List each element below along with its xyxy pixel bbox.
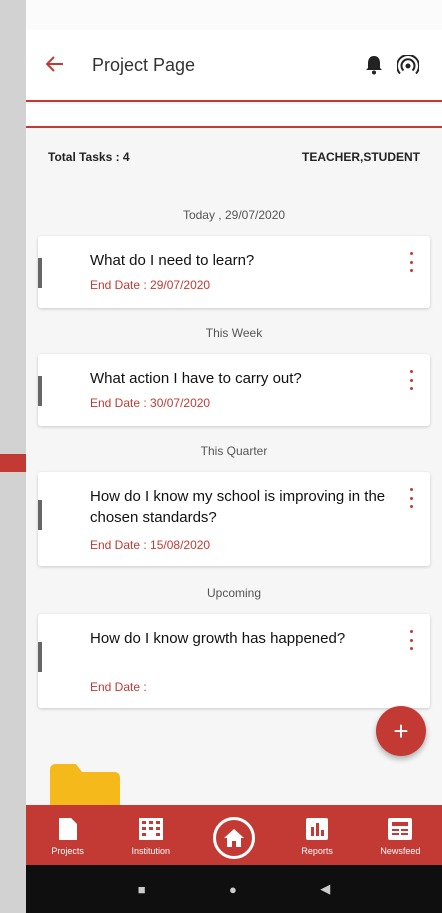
task-summary: Total Tasks : 4 TEACHER,STUDENT xyxy=(48,150,420,164)
phone-screen: Project Page Total Tasks : 4 TEACHER,STU… xyxy=(26,0,442,913)
section-label-today: Today , 29/07/2020 xyxy=(182,208,286,222)
recents-icon[interactable]: ■ xyxy=(138,882,146,897)
total-tasks: Total Tasks : 4 xyxy=(48,150,130,164)
task-title: What action I have to carry out? xyxy=(90,370,302,387)
nav-home[interactable] xyxy=(199,811,269,859)
task-card[interactable]: How do I know my school is improving in … xyxy=(38,472,430,566)
nav-projects[interactable]: Projects xyxy=(33,815,103,856)
task-card[interactable]: What do I need to learn? End Date : 29/0… xyxy=(38,236,430,308)
arrow-left-icon[interactable] xyxy=(45,52,76,78)
more-vert-icon[interactable] xyxy=(408,488,414,508)
more-vert-icon[interactable] xyxy=(408,630,414,650)
card-indicator xyxy=(38,258,42,288)
bottom-nav: Projects Institution Reports Newsfeed xyxy=(26,805,442,865)
back-icon[interactable]: ◀ xyxy=(320,881,330,897)
nav-label: Newsfeed xyxy=(380,845,421,856)
bar-chart-icon xyxy=(306,815,329,843)
header-divider xyxy=(26,104,442,128)
task-end-date: End Date : 30/07/2020 xyxy=(90,396,211,410)
task-title: How do I know my school is improving in … xyxy=(90,488,386,526)
nav-label: Institution xyxy=(131,845,171,856)
home-icon xyxy=(212,817,255,859)
card-indicator xyxy=(38,500,42,530)
nav-reports[interactable]: Reports xyxy=(282,815,352,856)
building-icon xyxy=(138,815,163,843)
more-vert-icon[interactable] xyxy=(408,252,414,272)
nav-label: Reports xyxy=(301,845,333,856)
task-title: How do I know growth has happened? xyxy=(90,630,346,647)
roles-label: TEACHER,STUDENT xyxy=(301,150,420,164)
card-indicator xyxy=(38,376,42,406)
task-end-date: End Date : 15/08/2020 xyxy=(90,538,211,552)
home-button-icon[interactable]: ● xyxy=(229,882,237,897)
nav-newsfeed[interactable]: Newsfeed xyxy=(365,815,435,856)
nav-label: Projects xyxy=(51,845,84,856)
more-vert-icon[interactable] xyxy=(408,370,414,390)
task-title: What do I need to learn? xyxy=(90,252,255,269)
task-list: Total Tasks : 4 TEACHER,STUDENT Today , … xyxy=(26,130,442,805)
status-bar xyxy=(26,0,442,30)
task-end-date: End Date : 29/07/2020 xyxy=(90,278,211,292)
task-card[interactable]: What action I have to carry out? End Dat… xyxy=(38,354,430,426)
broadcast-icon[interactable] xyxy=(394,51,422,79)
app-header: Project Page xyxy=(26,30,442,102)
section-label-upcoming: Upcoming xyxy=(206,586,262,600)
bell-icon[interactable] xyxy=(360,51,388,79)
document-icon xyxy=(58,815,77,843)
add-task-button[interactable]: + xyxy=(376,706,426,756)
folder-icon xyxy=(50,764,120,808)
task-end-date: End Date : xyxy=(90,680,147,694)
page-title: Project Page xyxy=(92,54,196,75)
task-card[interactable]: How do I know growth has happened? End D… xyxy=(38,614,430,708)
nav-institution[interactable]: Institution xyxy=(116,815,186,856)
newspaper-icon xyxy=(388,815,413,843)
system-nav-bar: ■ ● ◀ xyxy=(26,865,442,913)
section-label-week: This Week xyxy=(205,326,263,340)
card-indicator xyxy=(38,642,42,672)
section-label-quarter: This Quarter xyxy=(200,444,268,458)
